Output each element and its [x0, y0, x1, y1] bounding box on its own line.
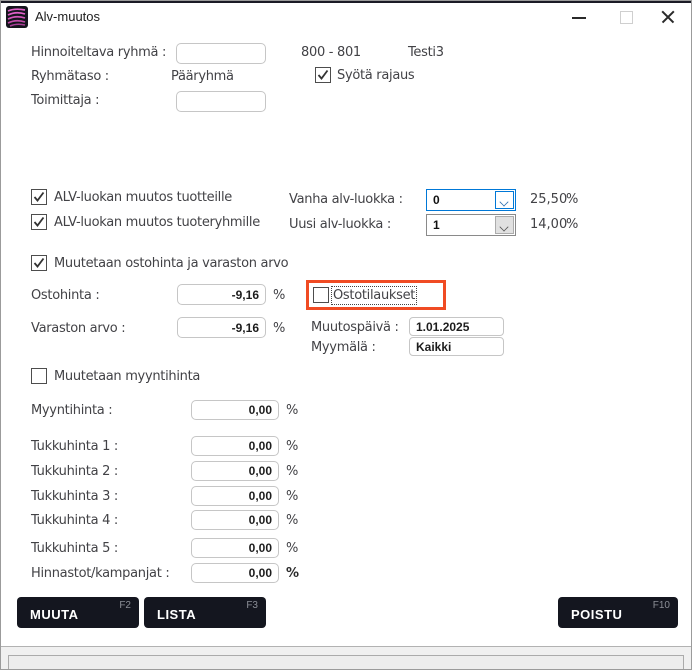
wholesale3-label: Tukkuhinta 3 : — [31, 489, 118, 504]
new-vat-dropdown-button[interactable] — [495, 216, 514, 234]
new-vat-percent-sign: % — [566, 217, 578, 232]
wholesale2-label: Tukkuhinta 2 : — [31, 464, 118, 479]
purchase-price-input[interactable] — [177, 284, 266, 305]
wholesale5-suffix: % — [286, 541, 298, 556]
window-title: Alv-muutos — [35, 9, 100, 24]
app-wave-icon — [6, 6, 28, 28]
level-label: Ryhmätaso : — [31, 69, 109, 84]
muuta-fkey: F2 — [119, 600, 131, 611]
wholesale3-suffix: % — [286, 489, 298, 504]
old-vat-percent: 25,50 — [530, 192, 567, 207]
wholesale4-suffix: % — [286, 513, 298, 528]
level-value: Pääryhmä — [171, 69, 234, 84]
minimize-icon — [572, 17, 586, 19]
change-date-label: Muutospäivä : — [311, 320, 399, 335]
maximize-button[interactable] — [610, 3, 642, 30]
pricelists-input[interactable] — [191, 563, 279, 583]
poistu-button[interactable]: POISTU F10 — [558, 597, 678, 628]
wholesale4-label: Tukkuhinta 4 : — [31, 513, 118, 528]
status-message-box — [8, 655, 684, 670]
old-vat-label: Vanha alv-luokka : — [289, 192, 403, 207]
sales-price-label: Myyntihinta : — [31, 403, 112, 418]
group-input[interactable] — [176, 43, 266, 64]
old-vat-percent-sign: % — [566, 192, 578, 207]
purchase-orders-checkbox[interactable] — [313, 287, 329, 303]
stock-value-label: Varaston arvo : — [31, 321, 125, 336]
new-vat-percent: 14,00 — [530, 217, 567, 232]
change-date-input[interactable] — [409, 317, 504, 336]
group-range: 800 - 801 — [301, 45, 361, 60]
purchase-orders-label[interactable]: Ostotilaukset — [333, 288, 415, 303]
store-input[interactable] — [409, 337, 504, 356]
group-label: Hinnoiteltava ryhmä : — [31, 45, 166, 60]
chevron-down-icon — [500, 198, 508, 206]
vat-products-label[interactable]: ALV-luokan muutos tuotteille — [54, 190, 232, 205]
old-vat-dropdown[interactable]: 0 — [426, 189, 516, 211]
wholesale5-label: Tukkuhinta 5 : — [31, 541, 118, 556]
filter-checkbox-label[interactable]: Syötä rajaus — [337, 68, 414, 83]
wholesale1-suffix: % — [286, 439, 298, 454]
minimize-button[interactable] — [563, 3, 595, 30]
purchase-section-checkbox[interactable] — [31, 255, 47, 271]
sales-section-label[interactable]: Muutetaan myyntihinta — [54, 369, 200, 384]
purchase-price-suffix: % — [273, 288, 285, 303]
lista-button[interactable]: LISTA F3 — [144, 597, 266, 628]
titlebar[interactable]: Alv-muutos — [1, 3, 692, 30]
vat-groups-label[interactable]: ALV-luokan muutos tuoteryhmille — [54, 215, 260, 230]
status-bar — [1, 646, 692, 670]
wholesale3-input[interactable] — [191, 486, 279, 506]
group-name: Testi3 — [408, 45, 444, 60]
pricelists-label: Hinnastot/kampanjat : — [31, 566, 169, 581]
store-label: Myymälä : — [311, 340, 376, 355]
supplier-input[interactable] — [176, 91, 266, 112]
vat-products-checkbox[interactable] — [31, 189, 47, 205]
chevron-down-icon — [500, 223, 508, 231]
stock-value-input[interactable] — [177, 317, 266, 338]
new-vat-dropdown[interactable]: 1 — [426, 214, 516, 236]
close-button[interactable] — [652, 3, 684, 30]
sales-section-checkbox[interactable] — [31, 368, 47, 384]
stock-value-suffix: % — [273, 321, 285, 336]
new-vat-value: 1 — [433, 218, 440, 232]
muuta-button[interactable]: MUUTA F2 — [17, 597, 139, 628]
lista-fkey: F3 — [246, 600, 258, 611]
wholesale1-input[interactable] — [191, 436, 279, 456]
new-vat-label: Uusi alv-luokka : — [289, 217, 391, 232]
sales-price-input[interactable] — [191, 400, 279, 420]
purchase-price-label: Ostohinta : — [31, 288, 99, 303]
old-vat-value: 0 — [433, 193, 440, 207]
maximize-icon — [620, 11, 633, 24]
wholesale5-input[interactable] — [191, 538, 279, 558]
sales-price-suffix: % — [286, 403, 298, 418]
vat-groups-checkbox[interactable] — [31, 214, 47, 230]
purchase-section-label[interactable]: Muutetaan ostohinta ja varaston arvo — [54, 256, 288, 271]
wholesale2-suffix: % — [286, 464, 298, 479]
wholesale4-input[interactable] — [191, 510, 279, 530]
poistu-fkey: F10 — [653, 600, 670, 611]
supplier-label: Toimittaja : — [31, 93, 99, 108]
filter-checkbox[interactable] — [315, 67, 331, 83]
pricelists-suffix: % — [286, 566, 299, 581]
wholesale2-input[interactable] — [191, 461, 279, 481]
alv-muutos-dialog: Alv-muutos Hinnoiteltava ryhmä : 800 - 8… — [0, 0, 692, 670]
wholesale1-label: Tukkuhinta 1 : — [31, 439, 118, 454]
old-vat-dropdown-button[interactable] — [495, 191, 514, 209]
